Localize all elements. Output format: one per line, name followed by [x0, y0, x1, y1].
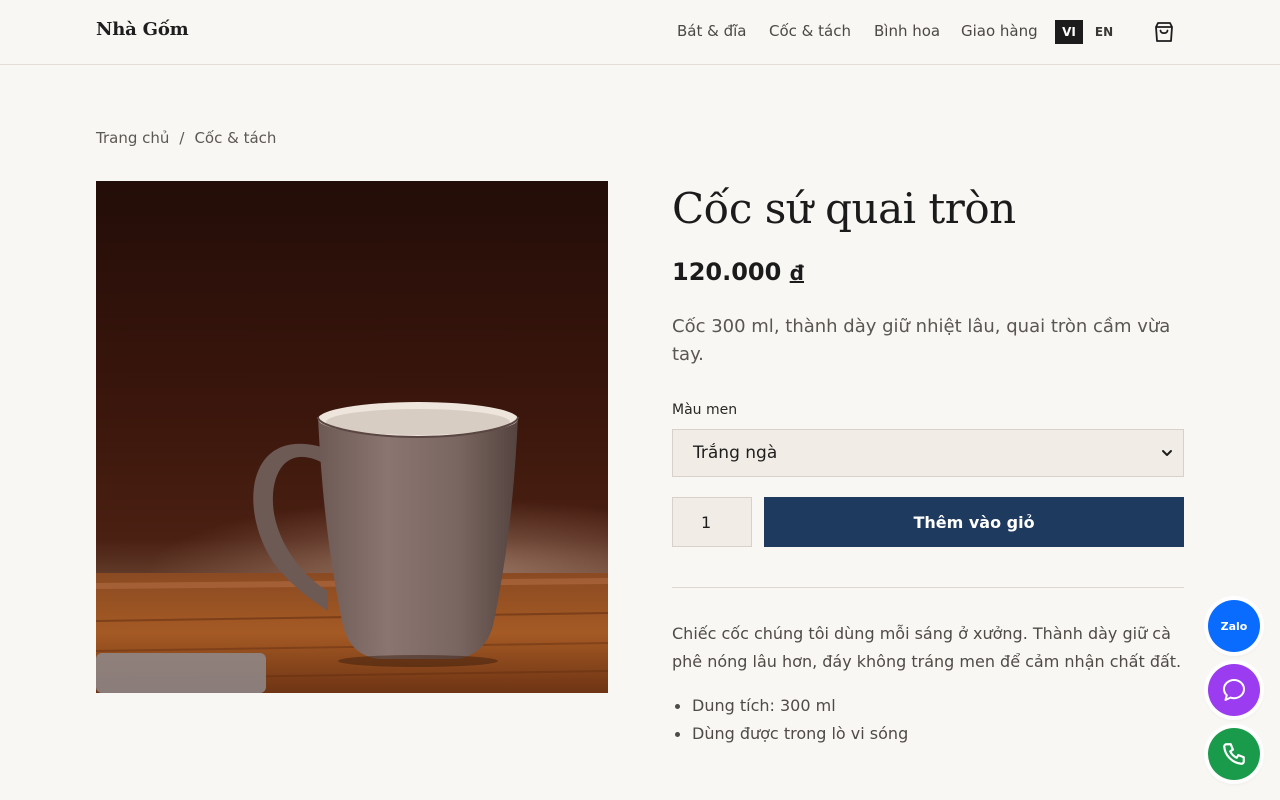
glaze-color-select[interactable]: Trắng ngà — [672, 429, 1184, 477]
lang-vi-button[interactable]: VI — [1055, 20, 1083, 44]
product-price: 120.000 đ — [672, 258, 804, 286]
breadcrumb-separator: / — [179, 129, 185, 147]
chat-bubble-icon — [1223, 679, 1245, 701]
product-title: Cốc sứ quai tròn — [672, 184, 1016, 233]
chevron-down-icon — [1162, 450, 1172, 456]
nav-link-giao-hang[interactable]: Giao hàng — [961, 22, 1038, 40]
quantity-input[interactable]: 1 — [672, 497, 752, 547]
site-logo[interactable]: Nhà Gốm — [96, 19, 189, 40]
lang-en-button[interactable]: EN — [1092, 20, 1116, 44]
breadcrumb-current[interactable]: Cốc & tách — [194, 129, 276, 147]
divider — [672, 587, 1184, 588]
messenger-button[interactable] — [1208, 664, 1260, 716]
feature-item: Dùng được trong lò vi sóng — [672, 720, 1184, 748]
breadcrumb-home[interactable]: Trang chủ — [96, 129, 169, 147]
zalo-button[interactable]: Zalo — [1208, 600, 1260, 652]
phone-button[interactable] — [1208, 728, 1260, 780]
product-short-description: Cốc 300 ml, thành dày giữ nhiệt lâu, qua… — [672, 316, 1171, 365]
nav-link-binh-hoa[interactable]: Bình hoa — [874, 22, 940, 40]
shopping-bag-icon — [1155, 22, 1173, 42]
product-image — [96, 181, 608, 693]
site-header: Nhà Gốm Bát & đĩa Cốc & tách Bình hoa Gi… — [0, 0, 1280, 65]
glaze-color-selected: Trắng ngà — [693, 443, 778, 463]
breadcrumb: Trang chủ / Cốc & tách — [96, 129, 276, 147]
price-currency: đ — [789, 261, 804, 285]
nav-link-bat-dia[interactable]: Bát & đĩa — [677, 22, 746, 40]
feature-item: Dung tích: 300 ml — [672, 692, 1184, 720]
add-to-cart-button[interactable]: Thêm vào giỏ — [764, 497, 1184, 547]
glaze-color-label: Màu men — [672, 402, 738, 418]
nav-link-coc-tach[interactable]: Cốc & tách — [769, 22, 851, 40]
feature-list: Dung tích: 300 ml Dùng được trong lò vi … — [672, 692, 1184, 748]
phone-icon — [1223, 743, 1245, 765]
price-value: 120.000 — [672, 258, 782, 286]
product-long-description: Chiếc cốc chúng tôi dùng mỗi sáng ở xưởn… — [672, 624, 1182, 671]
cart-button[interactable] — [1150, 18, 1178, 46]
